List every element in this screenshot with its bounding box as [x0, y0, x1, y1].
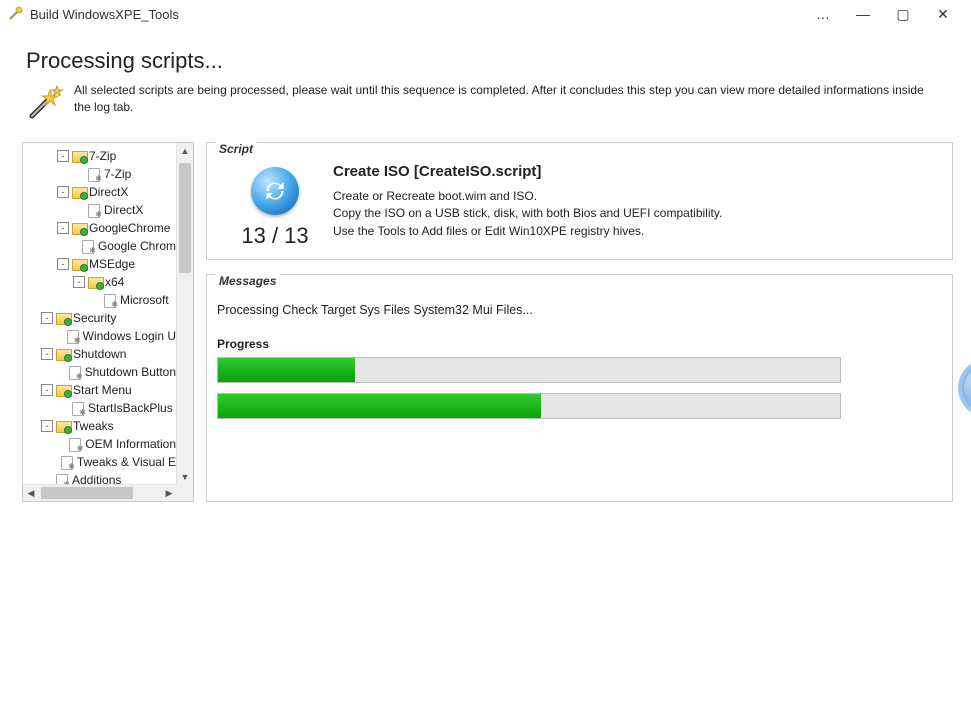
wizard-wand-icon — [26, 82, 66, 122]
collapse-toggle-icon[interactable]: - — [73, 276, 85, 288]
collapse-toggle-icon[interactable]: - — [57, 222, 69, 234]
collapse-toggle-icon[interactable]: - — [41, 384, 53, 396]
collapse-toggle-icon[interactable]: - — [57, 186, 69, 198]
tree-item[interactable]: - Start Menu — [23, 381, 176, 399]
window-titlebar: Build WindowsXPE_Tools … — ▢ ✕ — [0, 0, 971, 28]
tree-item[interactable]: OEM Information — [23, 435, 176, 453]
tree-item-label: GoogleChrome — [89, 221, 170, 235]
current-message: Processing Check Target Sys Files System… — [217, 303, 942, 317]
script-file-icon — [81, 240, 95, 252]
minimize-button[interactable]: — — [843, 2, 883, 26]
current-script-description: Create or Recreate boot.wim and ISO. Cop… — [333, 188, 722, 240]
script-file-icon — [87, 168, 101, 180]
script-progress-count: 13 / 13 — [217, 223, 333, 249]
tree-item[interactable]: Tweaks & Visual E — [23, 453, 176, 471]
tree-item-label: 7-Zip — [89, 149, 116, 163]
messages-panel-title: Messages — [215, 274, 280, 288]
tree-item-label: Windows Login U — [83, 329, 176, 343]
scroll-up-arrow-icon[interactable]: ▲ — [177, 143, 193, 159]
script-tree-panel: - 7-Zip 7-Zip - DirectX DirectX - GoogleChrome G… — [22, 142, 194, 502]
folder-icon — [56, 348, 70, 360]
tree-vertical-scrollbar[interactable]: ▲ ▼ — [176, 143, 193, 501]
scroll-thumb[interactable] — [179, 163, 191, 273]
tree-item[interactable]: - Tweaks — [23, 417, 176, 435]
collapse-toggle-icon[interactable]: - — [41, 348, 53, 360]
progress-fill-overall — [218, 394, 541, 418]
script-file-icon — [68, 366, 82, 378]
tree-item-label: Tweaks & Visual E — [77, 455, 176, 469]
tree-item[interactable]: - MSEdge — [23, 255, 176, 273]
tree-item-label: DirectX — [104, 203, 143, 217]
tree-item[interactable]: Windows Login U — [23, 327, 176, 345]
tree-item-label: Shutdown — [73, 347, 126, 361]
tree-item[interactable]: - x64 — [23, 273, 176, 291]
progress-fill-step — [218, 358, 355, 382]
collapse-toggle-icon[interactable]: - — [57, 258, 69, 270]
scroll-down-arrow-icon[interactable]: ▼ — [177, 469, 193, 485]
tree-item-label: OEM Information — [85, 437, 176, 451]
tree-item[interactable]: - 7-Zip — [23, 147, 176, 165]
tree-item-label: x64 — [105, 275, 124, 289]
tree-item[interactable]: - Security — [23, 309, 176, 327]
scroll-thumb-horizontal[interactable] — [41, 487, 133, 499]
cancel-button[interactable]: X — [962, 363, 971, 413]
progress-bar-overall — [217, 393, 841, 419]
window-title: Build WindowsXPE_Tools — [30, 7, 179, 22]
script-file-icon — [60, 456, 74, 468]
tree-item-label: DirectX — [89, 185, 128, 199]
scroll-left-arrow-icon[interactable]: ◀ — [23, 488, 39, 499]
progress-label: Progress — [217, 337, 942, 351]
tree-item-label: Shutdown Button — [85, 365, 176, 379]
tree-item[interactable]: Shutdown Button — [23, 363, 176, 381]
tree-item-label: Security — [73, 311, 116, 325]
page-description: All selected scripts are being processed… — [74, 82, 924, 116]
tree-item[interactable]: - Shutdown — [23, 345, 176, 363]
folder-icon — [72, 222, 86, 234]
more-button[interactable]: … — [803, 2, 843, 26]
close-button[interactable]: ✕ — [923, 2, 963, 26]
tree-item[interactable]: Microsoft — [23, 291, 176, 309]
page-header: Processing scripts... All selected scrip… — [0, 28, 971, 132]
folder-icon — [56, 420, 70, 432]
maximize-button[interactable]: ▢ — [883, 2, 923, 26]
script-panel-title: Script — [215, 142, 257, 156]
tree-item-label: 7-Zip — [104, 167, 131, 181]
script-panel: Script 13 / 13 Create ISO [CreateISO.scr… — [206, 142, 953, 260]
script-file-icon — [103, 294, 117, 306]
app-icon — [8, 6, 24, 22]
folder-icon — [72, 186, 86, 198]
scroll-right-arrow-icon[interactable]: ▶ — [161, 488, 177, 499]
progress-bar-step — [217, 357, 841, 383]
tree-item-label: Start Menu — [73, 383, 132, 397]
collapse-toggle-icon[interactable]: - — [41, 312, 53, 324]
script-file-icon — [71, 402, 85, 414]
folder-icon — [56, 384, 70, 396]
tree-item-label: Google Chrom — [98, 239, 176, 253]
tree-item[interactable]: Google Chrom — [23, 237, 176, 255]
folder-icon — [72, 258, 86, 270]
current-script-title: Create ISO [CreateISO.script] — [333, 163, 722, 180]
folder-icon — [56, 312, 70, 324]
refresh-arrows-icon — [251, 167, 299, 215]
folder-icon — [72, 150, 86, 162]
tree-item-label: StartIsBackPlus — [88, 401, 173, 415]
tree-item-label: Microsoft — [120, 293, 169, 307]
tree-item-label: Tweaks — [73, 419, 114, 433]
script-file-icon — [87, 204, 101, 216]
script-tree[interactable]: - 7-Zip 7-Zip - DirectX DirectX - GoogleChrome G… — [23, 143, 176, 501]
script-file-icon — [66, 330, 80, 342]
tree-item-label: MSEdge — [89, 257, 135, 271]
collapse-toggle-icon[interactable]: - — [57, 150, 69, 162]
collapse-toggle-icon[interactable]: - — [41, 420, 53, 432]
tree-item[interactable]: - GoogleChrome — [23, 219, 176, 237]
tree-item[interactable]: StartIsBackPlus — [23, 399, 176, 417]
messages-panel: Messages Processing Check Target Sys Fil… — [206, 274, 953, 502]
folder-icon — [88, 276, 102, 288]
tree-item[interactable]: - DirectX — [23, 183, 176, 201]
tree-item[interactable]: DirectX — [23, 201, 176, 219]
tree-horizontal-scrollbar[interactable]: ◀ ▶ — [23, 484, 177, 501]
tree-item[interactable]: 7-Zip — [23, 165, 176, 183]
script-file-icon — [68, 438, 82, 450]
page-heading: Processing scripts... — [26, 48, 945, 74]
